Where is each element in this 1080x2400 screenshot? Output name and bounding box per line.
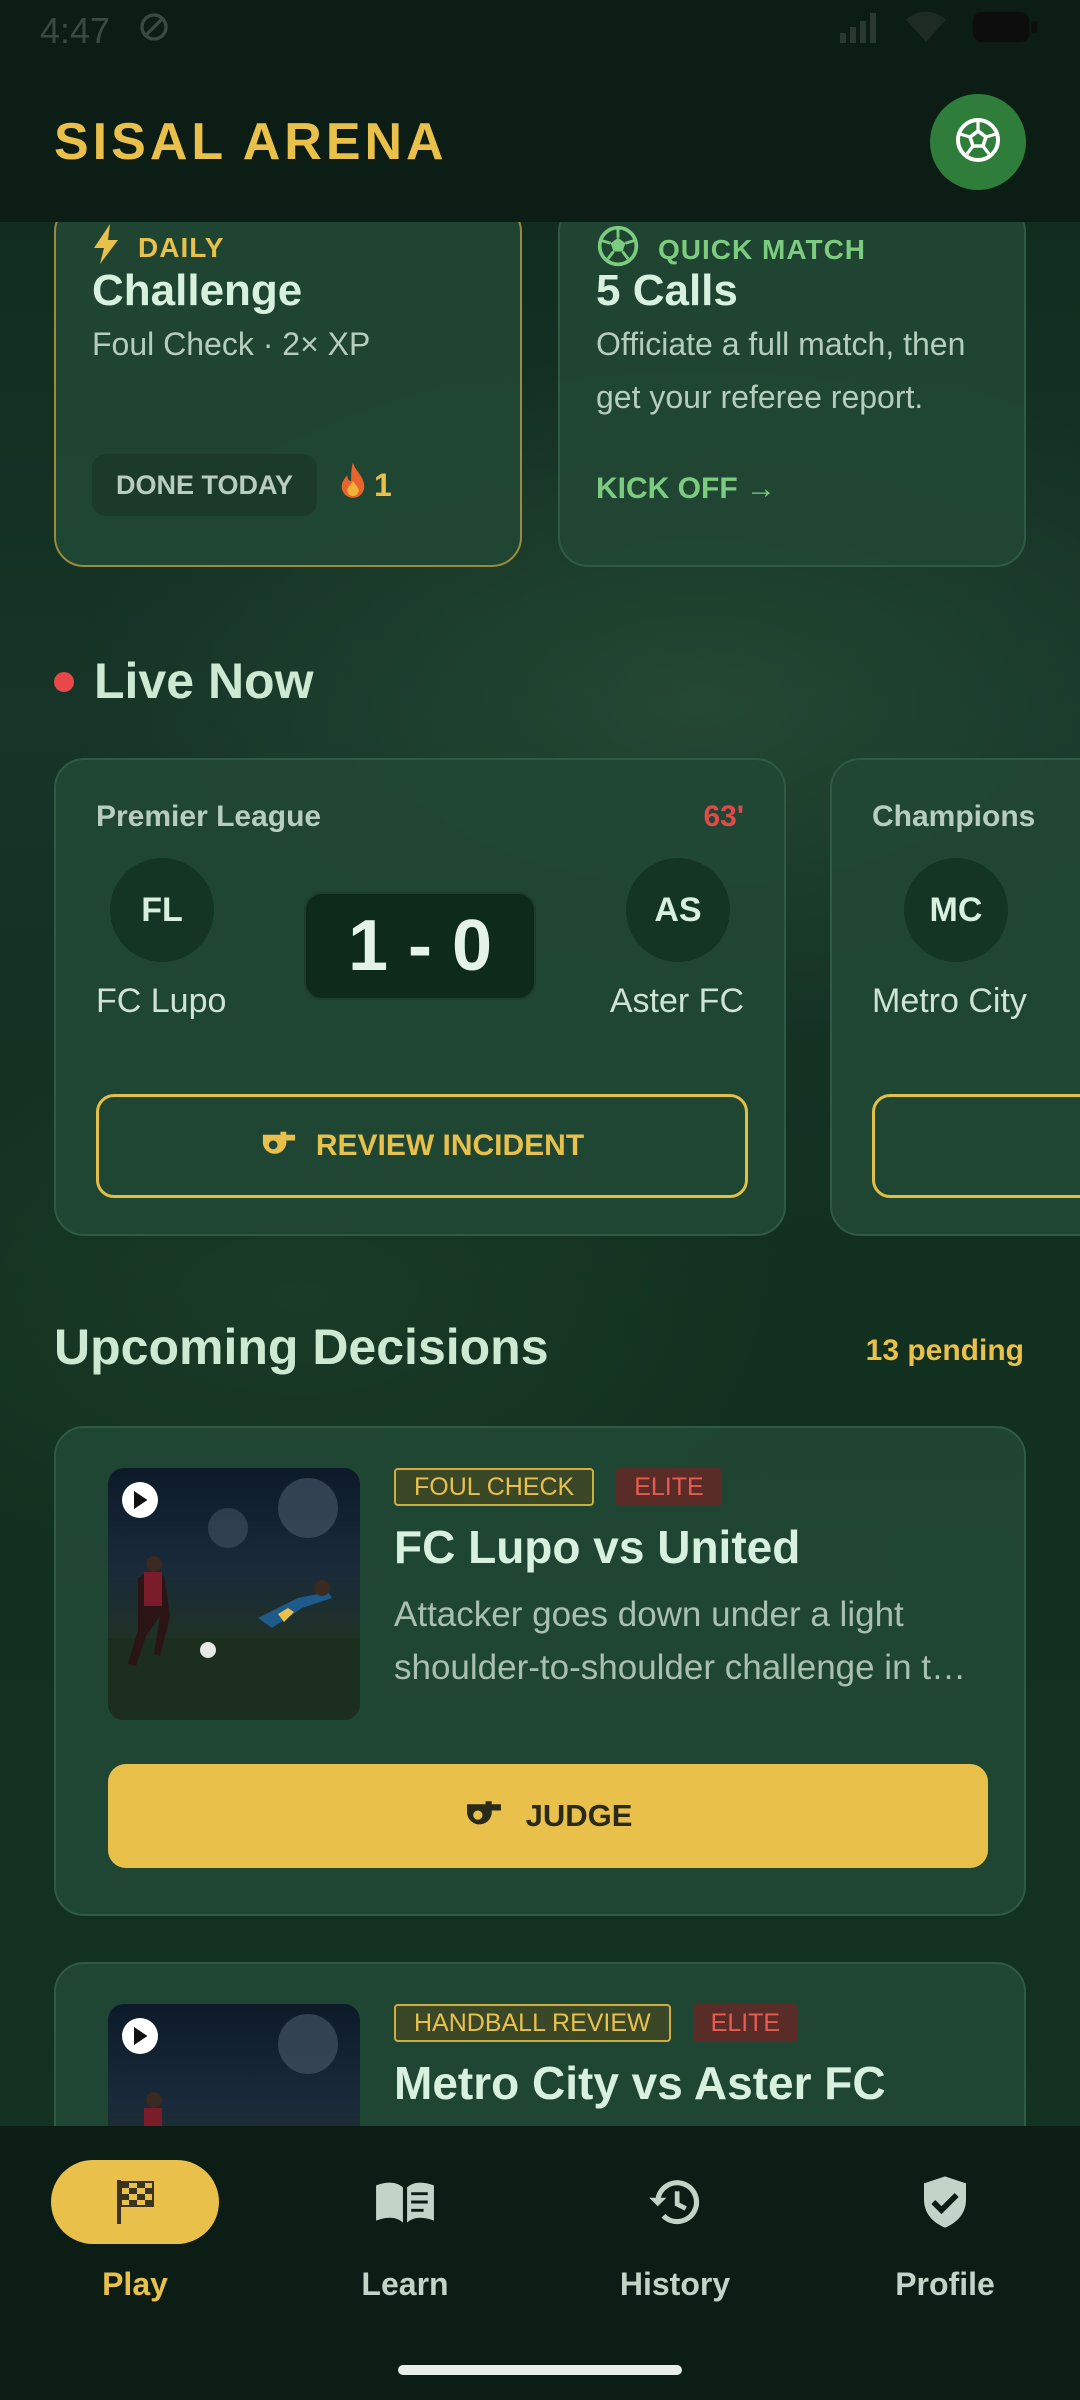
live-now-heading: Live Now [94,653,314,709]
daily-challenge-card[interactable]: DAILY Challenge Foul Check · 2× XP DONE … [54,222,522,567]
judge-label: JUDGE [525,1798,633,1833]
live-match-card[interactable]: Premier League 63' FL FC Lupo 1 - 0 AS A… [54,758,786,1236]
play-icon[interactable] [122,1482,158,1518]
battery-icon [970,10,1040,53]
quick-match-card[interactable]: QUICK MATCH 5 Calls Officiate a full mat… [558,222,1026,567]
play-icon[interactable] [122,2018,158,2054]
nav-label-profile: Profile [895,2266,995,2302]
decision-description: Attacker goes down under a light shoulde… [394,1595,966,1687]
done-today-badge: DONE TODAY [92,454,318,516]
quick-match-title: 5 Calls [596,266,738,315]
home-team-name: Metro City [872,982,1027,1020]
level-chip: ELITE [692,2004,799,2042]
streak-count: 1 [374,466,392,503]
home-team-badge: MC [904,858,1008,962]
status-time: 4:47 [40,10,111,51]
home-team-name: FC Lupo [96,982,227,1020]
app-title: SISAL ARENA [54,113,448,171]
category-chip: FOUL CHECK [394,1468,595,1506]
nav-label-learn: Learn [361,2266,449,2302]
daily-subtitle: Foul Check · 2× XP [92,326,371,362]
nav-label-history: History [619,2266,731,2302]
nav-label-play: Play [102,2266,168,2302]
match-minute: 63' [703,800,744,833]
nav-item-learn[interactable]: Learn [270,2126,540,2400]
checkered-flag-icon [51,2160,219,2244]
decision-tags: HANDBALL REVIEW ELITE [394,2004,799,2042]
kick-off-link[interactable]: KICK OFF → [596,472,776,506]
live-match-card[interactable]: Champions MC Metro City [830,758,1080,1236]
app-header: SISAL ARENA [0,62,1080,222]
decision-card[interactable]: HANDBALL REVIEW ELITE Metro City vs Aste… [54,1962,1026,2126]
nav-item-profile[interactable]: Profile [810,2126,1080,2400]
decision-card[interactable]: FOUL CHECK ELITE FC Lupo vs United Attac… [54,1426,1026,1916]
soccer-ball-icon [954,116,1002,169]
decision-video-thumbnail[interactable] [108,1468,360,1720]
home-team-badge: FL [110,858,214,962]
scroll-content[interactable]: DAILY Challenge Foul Check · 2× XP DONE … [0,222,1080,2126]
do-not-disturb-icon [138,10,170,52]
whistle-icon [464,1798,504,1834]
upcoming-decisions-heading: Upcoming Decisions [54,1319,549,1375]
away-team-badge: AS [626,858,730,962]
signal-icon [838,10,882,52]
daily-tag-label: DAILY [138,231,225,263]
soccer-ball-button[interactable] [930,94,1026,190]
nav-item-play[interactable]: Play [0,2126,270,2400]
review-incident-button[interactable] [872,1094,1080,1198]
decision-tags: FOUL CHECK ELITE [394,1468,722,1506]
status-bar: 4:47 [0,0,1080,62]
streak-counter: 1 [338,462,392,508]
decision-title: FC Lupo vs United [394,1521,801,1573]
quick-match-subtitle: Officiate a full match, then get your re… [596,326,966,415]
pending-count: 13 pending [865,1334,1024,1367]
away-team-name: Aster FC [609,982,744,1020]
quick-match-label: QUICK MATCH [658,233,867,265]
wifi-icon [904,10,948,53]
flame-icon [338,462,368,508]
match-league: Champions [872,800,1036,833]
whistle-icon [260,1128,298,1164]
bottom-navigation: Play Learn History Profile [0,2126,1080,2400]
home-indicator[interactable] [398,2365,682,2375]
category-chip: HANDBALL REVIEW [394,2004,671,2042]
review-incident-button[interactable]: REVIEW INCIDENT [96,1094,748,1198]
live-indicator [54,672,74,692]
lightning-icon [92,224,120,271]
level-chip: ELITE [616,1468,722,1506]
match-league: Premier League [96,800,322,833]
decision-title: Metro City vs Aster FC [394,2057,886,2109]
history-clock-icon [591,2160,759,2244]
daily-title: Challenge [92,266,303,315]
daily-tag: DAILY [92,224,224,271]
nav-item-history[interactable]: History [540,2126,810,2400]
match-score: 1 - 0 [304,892,536,1000]
shield-check-icon [861,2160,1029,2244]
open-book-icon [321,2160,489,2244]
judge-button[interactable]: JUDGE [108,1764,988,1868]
decision-video-thumbnail[interactable] [108,2004,360,2126]
review-incident-label: REVIEW INCIDENT [315,1129,585,1162]
app-screen: 4:47 SISAL ARENA DAILY Challenge Foul Ch… [0,0,1080,2400]
